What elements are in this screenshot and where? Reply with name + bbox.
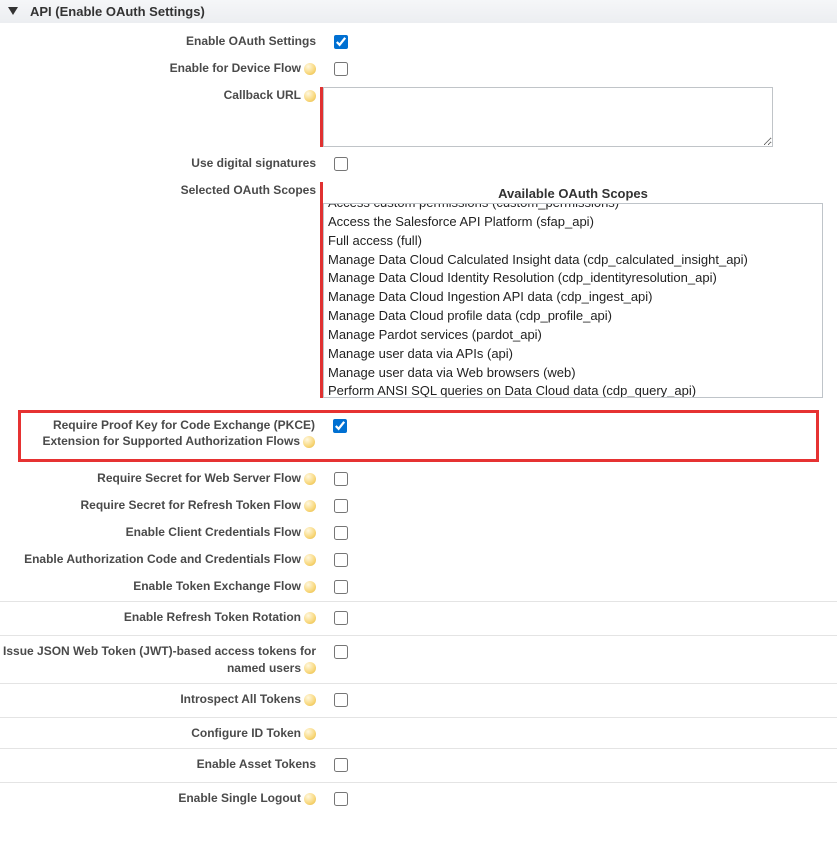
label-single-logout: Enable Single Logout xyxy=(178,791,301,805)
label-auth-code-cred: Enable Authorization Code and Credential… xyxy=(24,552,301,566)
label-digital-sig: Use digital signatures xyxy=(0,155,320,171)
scopes-listbox[interactable]: Access custom permissions (custom_permis… xyxy=(323,203,823,398)
help-icon[interactable] xyxy=(304,581,316,593)
section-header[interactable]: API (Enable OAuth Settings) xyxy=(0,0,837,23)
checkbox-refresh-rotation[interactable] xyxy=(334,611,348,625)
scopes-available-title: Available OAuth Scopes xyxy=(323,182,823,203)
checkbox-secret-refresh[interactable] xyxy=(334,499,348,513)
checkbox-token-exchange[interactable] xyxy=(334,580,348,594)
scope-option[interactable]: Access the Salesforce API Platform (sfap… xyxy=(324,213,822,232)
help-icon[interactable] xyxy=(304,793,316,805)
label-callback-url: Callback URL xyxy=(224,88,301,102)
scope-option[interactable]: Manage Data Cloud Ingestion API data (cd… xyxy=(324,288,822,307)
checkbox-jwt[interactable] xyxy=(334,645,348,659)
scope-option[interactable]: Manage Data Cloud Calculated Insight dat… xyxy=(324,251,822,270)
scope-option[interactable]: Manage Pardot services (pardot_api) xyxy=(324,326,822,345)
help-icon[interactable] xyxy=(304,63,316,75)
checkbox-asset-tokens[interactable] xyxy=(334,758,348,772)
label-scopes: Selected OAuth Scopes xyxy=(0,182,320,198)
label-device-flow: Enable for Device Flow xyxy=(170,61,301,75)
scope-option[interactable]: Access custom permissions (custom_permis… xyxy=(324,203,822,213)
checkbox-introspect[interactable] xyxy=(334,693,348,707)
form-area: Enable OAuth Settings Enable for Device … xyxy=(0,23,837,816)
checkbox-single-logout[interactable] xyxy=(334,792,348,806)
collapse-icon xyxy=(8,7,18,17)
label-token-exchange: Enable Token Exchange Flow xyxy=(133,579,301,593)
checkbox-enable-oauth[interactable] xyxy=(334,35,348,49)
scope-option[interactable]: Manage user data via APIs (api) xyxy=(324,345,822,364)
help-icon[interactable] xyxy=(304,473,316,485)
textarea-callback-url[interactable] xyxy=(323,87,773,147)
scope-option[interactable]: Manage user data via Web browsers (web) xyxy=(324,364,822,383)
scope-option[interactable]: Manage Data Cloud profile data (cdp_prof… xyxy=(324,307,822,326)
checkbox-digital-sig[interactable] xyxy=(334,157,348,171)
scope-option[interactable]: Manage Data Cloud Identity Resolution (c… xyxy=(324,269,822,288)
scope-option[interactable]: Full access (full) xyxy=(324,232,822,251)
help-icon[interactable] xyxy=(304,728,316,740)
checkbox-auth-code-cred[interactable] xyxy=(334,553,348,567)
checkbox-pkce[interactable] xyxy=(333,419,347,433)
help-icon[interactable] xyxy=(304,662,316,674)
label-asset-tokens: Enable Asset Tokens xyxy=(0,756,320,772)
checkbox-secret-web[interactable] xyxy=(334,472,348,486)
help-icon[interactable] xyxy=(304,694,316,706)
help-icon[interactable] xyxy=(304,500,316,512)
help-icon[interactable] xyxy=(304,527,316,539)
label-enable-oauth: Enable OAuth Settings xyxy=(0,33,320,49)
section-title: API (Enable OAuth Settings) xyxy=(30,4,205,19)
help-icon[interactable] xyxy=(303,436,315,448)
label-secret-web: Require Secret for Web Server Flow xyxy=(97,471,301,485)
label-id-token: Configure ID Token xyxy=(191,726,301,740)
scope-option[interactable]: Perform ANSI SQL queries on Data Cloud d… xyxy=(324,382,822,398)
help-icon[interactable] xyxy=(304,554,316,566)
label-introspect: Introspect All Tokens xyxy=(180,692,301,706)
label-refresh-rotation: Enable Refresh Token Rotation xyxy=(124,610,301,624)
label-pkce: Require Proof Key for Code Exchange (PKC… xyxy=(42,418,315,448)
pkce-highlight: Require Proof Key for Code Exchange (PKC… xyxy=(18,410,819,462)
label-jwt: Issue JSON Web Token (JWT)-based access … xyxy=(3,644,316,674)
help-icon[interactable] xyxy=(304,612,316,624)
checkbox-client-cred[interactable] xyxy=(334,526,348,540)
label-client-cred: Enable Client Credentials Flow xyxy=(126,525,301,539)
help-icon[interactable] xyxy=(304,90,316,102)
label-secret-refresh: Require Secret for Refresh Token Flow xyxy=(81,498,302,512)
checkbox-device-flow[interactable] xyxy=(334,62,348,76)
